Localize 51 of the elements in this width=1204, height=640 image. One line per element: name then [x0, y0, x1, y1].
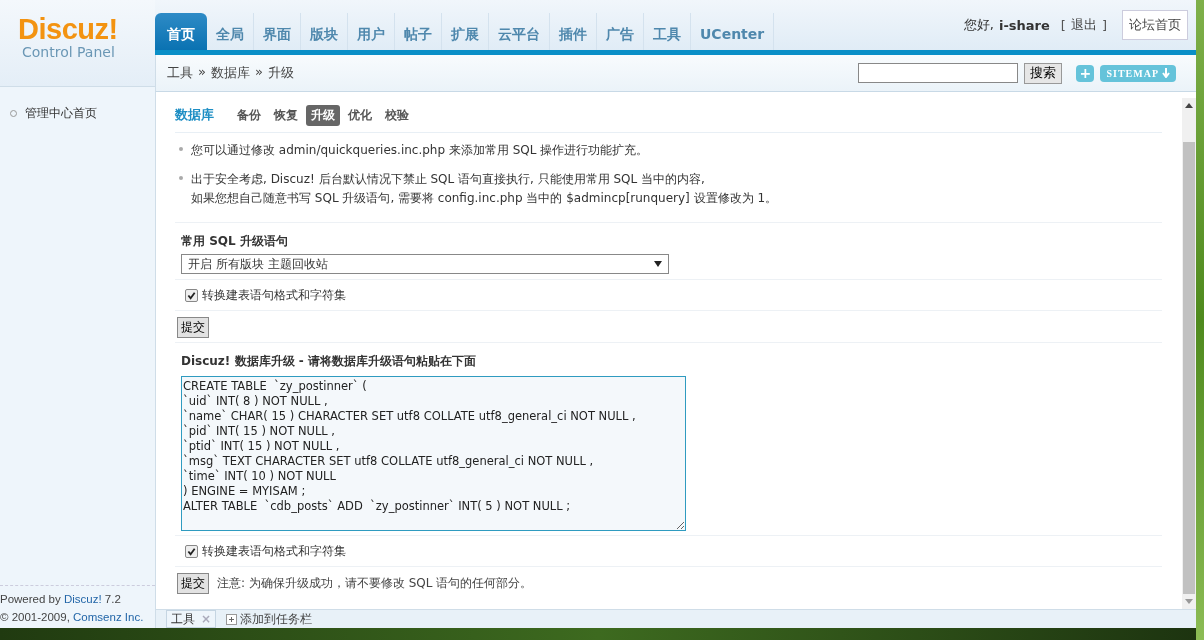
- scroll-up-icon[interactable]: [1185, 103, 1193, 108]
- checkbox-label: 转换建表语句格式和字符集: [202, 542, 346, 560]
- greeting-text: 您好,: [963, 16, 994, 34]
- caret-icon: [654, 261, 662, 267]
- logo-subtitle: Control Panel: [21, 44, 116, 60]
- breadcrumb-item: 升级: [267, 64, 294, 82]
- sql-textarea[interactable]: CREATE TABLE `zy_postinner` ( `uid` INT( 8 ) NOT NULL , `name` CHAR( 15 ) CHARACTER SET utf8 COLLATE utf8_general_ci NOT NULL , `pid` INT( 15 ) NOT NULL , `ptid` INT( 15 ) NOT NULL , `msg` TEXT CHARACTER SET utf8 COLLATE utf8_general_ci NOT NULL , `time` INT( 10 ) NOT NULL ) ENGINE = MYISAM ; ALTER TABLE `cdb_posts` ADD `zy_postinner` INT( 5 ) NOT NULL ;: [181, 376, 686, 531]
- plus-box-icon: [226, 613, 238, 625]
- copyright-text: © 2001-2009, Comsenz Inc.: [0, 610, 145, 625]
- discuz-link[interactable]: Discuz!: [63, 593, 102, 605]
- search-field[interactable]: [858, 63, 1019, 83]
- sql-select[interactable]: 开启 所有版块 主题回收站: [181, 254, 669, 274]
- submit-button[interactable]: 提交: [177, 573, 209, 594]
- sub-tab[interactable]: 优化: [343, 104, 377, 126]
- field-label: Discuz! 数据库升级 - 请将数据库升级语句粘贴在下面: [180, 353, 477, 370]
- tip-text: 出于安全考虑, Discuz! 后台默认情况下禁止 SQL 语句直接执行, 只能使用常用 SQL 当中的内容, 如果您想自己随意书写 SQL 升级语句, 需要将 config.inc.php 当中的 $admincp[runquery] 设置修改为 1。: [191, 171, 778, 207]
- nav-tab[interactable]: 首页: [155, 13, 207, 50]
- scroll-down-icon[interactable]: [1185, 599, 1193, 604]
- search-button[interactable]: 搜索: [1024, 62, 1063, 84]
- bracket-text: [: [1060, 17, 1066, 33]
- bullet-icon: [179, 176, 183, 180]
- down-arrow-icon: [1162, 68, 1170, 78]
- breadcrumb-item[interactable]: 数据库: [210, 64, 250, 82]
- scrollbar[interactable]: [1182, 98, 1196, 609]
- breadcrumb-separator: »: [254, 64, 263, 81]
- checkbox[interactable]: [185, 544, 198, 558]
- submit-button[interactable]: 提交: [177, 317, 209, 338]
- add-to-taskbar-link[interactable]: 添加到任务栏: [226, 610, 313, 628]
- bullet-icon: [179, 147, 183, 151]
- sidebar-item[interactable]: 管理中心首页: [0, 105, 155, 122]
- logo-text: Discuz!: [18, 14, 119, 44]
- section-title: 数据库: [175, 106, 214, 124]
- checkbox[interactable]: [185, 288, 198, 302]
- breadcrumb-item[interactable]: 工具: [167, 64, 193, 82]
- company-link[interactable]: Comsenz Inc.: [73, 611, 144, 623]
- sub-tab[interactable]: 备份: [232, 104, 266, 126]
- field-label: 常用 SQL 升级语句: [180, 233, 289, 250]
- task-tab[interactable]: 工具 ×: [166, 610, 217, 628]
- sub-tab[interactable]: 升级: [306, 104, 340, 126]
- forum-home-button[interactable]: 论坛首页: [1122, 10, 1188, 40]
- sub-tab[interactable]: 校验: [380, 104, 414, 126]
- logout-link[interactable]: 退出: [1070, 16, 1097, 34]
- scrollbar-thumb[interactable]: [1183, 142, 1195, 594]
- tip-text: 您可以通过修改 admin/quickqueries.inc.php 来添加常用 SQL 操作进行功能扩充。: [191, 142, 649, 159]
- breadcrumb-separator: »: [198, 64, 206, 81]
- sub-tab[interactable]: 恢复: [269, 104, 303, 126]
- note-text: 注意: 为确保升级成功，请不要修改 SQL 语句的任何部分。: [217, 575, 533, 592]
- checkbox-label: 转换建表语句格式和字符集: [202, 286, 346, 304]
- powered-by-text: Powered by Discuz! 7.2: [0, 592, 122, 607]
- bracket-text: ]: [1101, 17, 1107, 33]
- username: i-share: [999, 17, 1050, 33]
